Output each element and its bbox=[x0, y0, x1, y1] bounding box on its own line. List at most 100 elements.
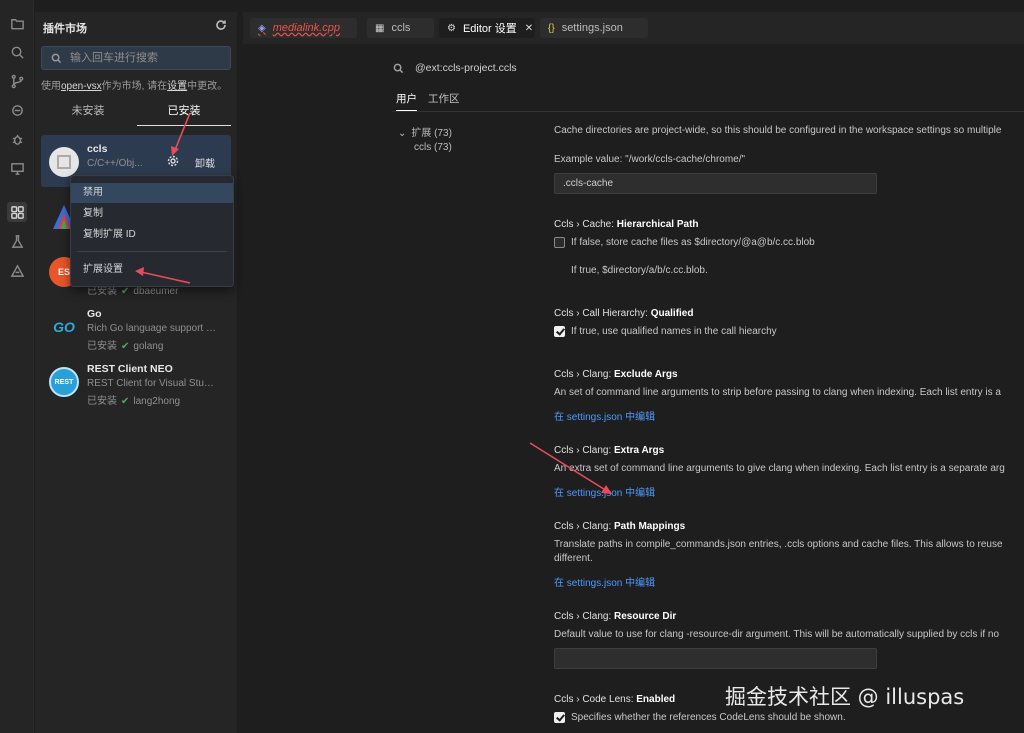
edit-in-settings-json-link[interactable]: 在 settings.json 中编辑 bbox=[554, 484, 655, 499]
settings-search-value[interactable]: @ext:ccls-project.ccls bbox=[415, 62, 517, 74]
source-control-icon[interactable] bbox=[7, 71, 27, 91]
setting-title: Ccls › Clang: Exclude Args bbox=[554, 369, 678, 380]
setting-desc: If true, $directory/a/b/c.cc.blob. bbox=[571, 265, 708, 276]
installed-label: 已安装 bbox=[87, 341, 117, 352]
tab-installed[interactable]: 已安装 bbox=[137, 102, 231, 126]
uninstall-button[interactable]: 卸载 bbox=[195, 155, 215, 170]
cache-directory-desc: Cache directories are project-wide, so t… bbox=[554, 125, 1002, 136]
settings-editor: @ext:ccls-project.ccls 用户 工作区 ⌄ 扩展 (73) c… bbox=[243, 44, 1024, 733]
settings-list: Cache directories are project-wide, so t… bbox=[554, 44, 1024, 733]
tab-medialink-cpp[interactable]: ◈ medialink.cpp bbox=[250, 18, 357, 38]
watermark: 掘金技术社区 @ illuspas bbox=[725, 685, 965, 709]
tab-ccls[interactable]: ▦ ccls bbox=[367, 18, 434, 38]
preview-icon[interactable] bbox=[7, 158, 27, 178]
hierarchical-path-checkbox[interactable] bbox=[554, 237, 565, 248]
extensions-sidebar: 插件市场 使用open-vsx作为市场, 请在设置中更改。 未安装 已安装 cc… bbox=[35, 12, 237, 733]
setting-prefix: Ccls › Clang: bbox=[554, 369, 615, 380]
search-icon[interactable] bbox=[7, 42, 27, 62]
edit-in-settings-json-link[interactable]: 在 settings.json 中编辑 bbox=[554, 408, 655, 423]
extension-search-box[interactable] bbox=[41, 46, 231, 70]
explorer-icon[interactable] bbox=[7, 13, 27, 33]
tab-settings-json[interactable]: {} settings.json bbox=[540, 18, 648, 38]
tab-label: Editor 设置 bbox=[462, 23, 517, 35]
hint-text: 中更改。 bbox=[187, 81, 228, 92]
editor-tab-bar: ◈ medialink.cpp ▦ ccls ⚙ Editor 设置 ✕ {} setti… bbox=[243, 12, 1024, 44]
setting-prefix: Ccls › Cache: bbox=[554, 219, 617, 230]
setting-prefix: Ccls › Call Hierarchy: bbox=[554, 308, 651, 319]
cache-directory-input[interactable]: .ccls-cache bbox=[554, 173, 877, 194]
setting-title: Ccls › Code Lens: Enabled bbox=[554, 694, 675, 705]
setting-name: Hierarchical Path bbox=[616, 219, 699, 230]
menu-item-extension-settings[interactable]: 扩展设置 bbox=[71, 260, 233, 280]
tab-workspace[interactable]: 工作区 bbox=[428, 91, 460, 106]
menu-item-copy-id[interactable]: 复制扩展 ID bbox=[71, 225, 233, 245]
rest-client-logo: REST bbox=[49, 367, 79, 397]
extension-meta: 已安装 ✔ golang bbox=[87, 337, 163, 352]
setting-title: Ccls › Clang: Resource Dir bbox=[554, 611, 676, 622]
list-item[interactable]: REST REST Client NEO REST Client for Vis… bbox=[41, 355, 231, 407]
setting-title: Ccls › Clang: Path Mappings bbox=[554, 521, 685, 532]
publisher-label: dbaeumer bbox=[133, 286, 179, 297]
list-item[interactable]: GO Go Rich Go language support f... 已安装 ✔… bbox=[41, 300, 231, 352]
refresh-icon[interactable] bbox=[215, 19, 227, 31]
publisher-label: lang2hong bbox=[133, 396, 181, 407]
menu-divider bbox=[77, 251, 227, 252]
setting-desc: If true, use qualified names in the call… bbox=[571, 326, 777, 337]
toc-label: 扩展 (73) bbox=[411, 128, 452, 139]
deploy-icon[interactable] bbox=[7, 260, 27, 280]
gear-icon: ⚙ bbox=[447, 22, 456, 34]
resource-dir-input[interactable] bbox=[554, 648, 877, 669]
setting-prefix: Ccls › Code Lens: bbox=[554, 694, 637, 705]
search-icon bbox=[393, 63, 404, 74]
toc-ccls[interactable]: ccls (73) bbox=[398, 142, 452, 160]
extension-desc: REST Client for Visual Studi... bbox=[87, 378, 217, 389]
code-lens-checkbox[interactable] bbox=[554, 712, 565, 723]
extension-desc: C/C++/Obj... bbox=[87, 158, 143, 169]
extension-name: REST Client NEO bbox=[87, 363, 173, 375]
call-hierarchy-checkbox[interactable] bbox=[554, 326, 565, 337]
tab-label: ccls bbox=[391, 22, 411, 34]
check-icon: ✔ bbox=[121, 341, 130, 352]
setting-name: Enabled bbox=[636, 694, 676, 705]
extension-search-input[interactable] bbox=[70, 49, 225, 67]
setting-prefix: Ccls › Clang: bbox=[554, 445, 615, 456]
search-icon bbox=[51, 53, 62, 64]
menu-item-copy[interactable]: 复制 bbox=[71, 204, 233, 224]
setting-title: Ccls › Clang: Extra Args bbox=[554, 445, 664, 456]
extension-meta: 已安装 ✔ lang2hong bbox=[87, 392, 180, 407]
publisher-label: golang bbox=[133, 341, 164, 352]
installed-label: 已安装 bbox=[87, 396, 117, 407]
extension-context-menu: 禁用 复制 复制扩展 ID 扩展设置 bbox=[70, 175, 234, 287]
close-icon[interactable]: ✕ bbox=[525, 23, 533, 34]
setting-name: Extra Args bbox=[614, 445, 665, 456]
edit-in-settings-json-link[interactable]: 在 settings.json 中编辑 bbox=[554, 574, 655, 589]
flask-icon[interactable] bbox=[7, 231, 27, 251]
toc-extensions[interactable]: ⌄ 扩展 (73) bbox=[398, 124, 452, 142]
setting-desc: An set of command line arguments to stri… bbox=[554, 387, 1001, 398]
settings-link[interactable]: 设置 bbox=[167, 81, 187, 92]
tab-label: settings.json bbox=[561, 22, 623, 34]
manage-gear-icon[interactable] bbox=[167, 155, 181, 169]
go-logo: GO bbox=[53, 319, 75, 335]
example-value-text: Example value: "/work/ccls-cache/chrome/… bbox=[554, 154, 746, 165]
extension-name: ccls bbox=[87, 143, 108, 155]
debug-icon[interactable] bbox=[7, 129, 27, 149]
remote-icon[interactable] bbox=[7, 100, 27, 120]
installed-label: 已安装 bbox=[87, 286, 117, 297]
tab-label: medialink.cpp bbox=[272, 22, 340, 34]
setting-name: Qualified bbox=[650, 308, 694, 319]
open-vsx-link[interactable]: open-vsx bbox=[61, 81, 102, 92]
settings-toc: ⌄ 扩展 (73) ccls (73) bbox=[398, 124, 452, 160]
ccls-logo bbox=[49, 147, 79, 177]
extensions-icon[interactable] bbox=[7, 202, 27, 222]
sidebar-title: 插件市场 bbox=[43, 23, 87, 35]
extensions-icon: ▦ bbox=[375, 22, 385, 34]
menu-item-disable[interactable]: 禁用 bbox=[71, 183, 233, 203]
tab-user[interactable]: 用户 bbox=[396, 91, 417, 111]
setting-prefix: Ccls › Clang: bbox=[554, 611, 615, 622]
setting-desc: If false, store cache files as $director… bbox=[571, 237, 815, 248]
setting-desc: different. bbox=[554, 553, 593, 564]
check-icon: ✔ bbox=[121, 396, 130, 407]
tab-not-installed[interactable]: 未安装 bbox=[41, 102, 135, 126]
tab-editor-settings[interactable]: ⚙ Editor 设置 ✕ bbox=[439, 18, 535, 38]
